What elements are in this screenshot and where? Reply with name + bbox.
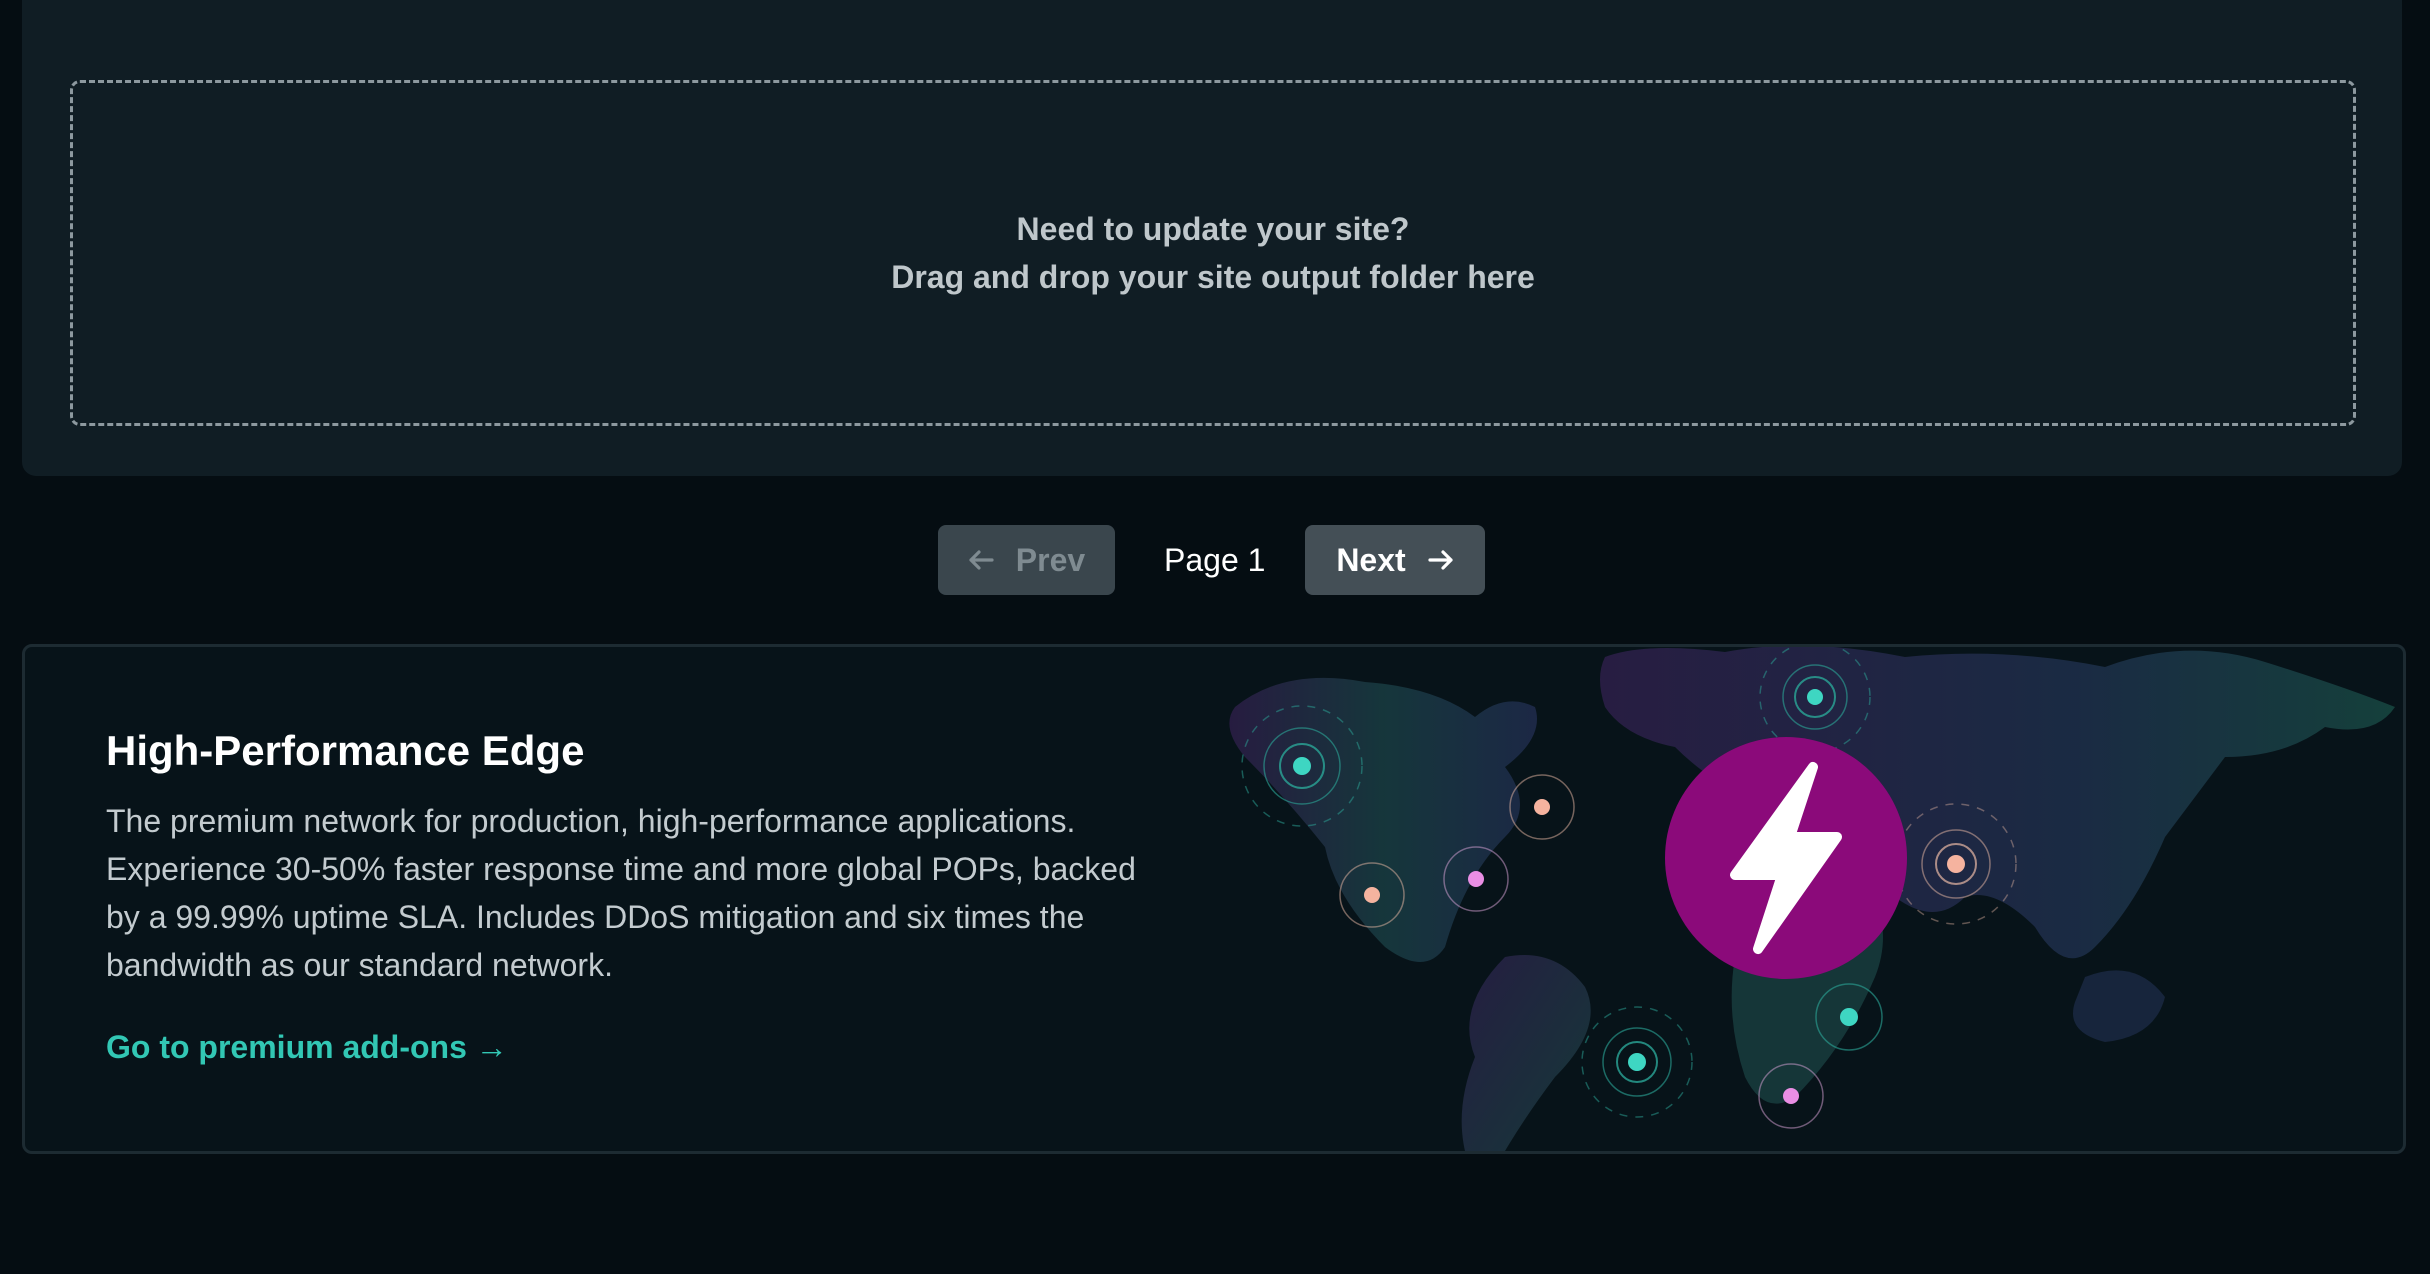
dropzone-heading: Need to update your site? [1016,211,1410,247]
promo-card: High-Performance Edge The premium networ… [22,644,2406,1154]
world-map-illustration [1229,647,2395,1151]
pagination: Prev Page 1 Next [0,525,2430,595]
premium-addons-link[interactable]: Go to premium add-ons → [106,1029,508,1066]
lightning-bolt-icon [1665,737,1907,979]
promo-description: The premium network for production, high… [106,803,1136,983]
page-indicator: Page 1 [1164,542,1266,578]
next-page-button[interactable]: Next [1305,525,1485,595]
deploy-dropzone[interactable]: Need to update your site? Drag and drop … [70,80,2356,426]
deploy-card: Need to update your site? Drag and drop … [22,0,2402,476]
arrow-right-icon [1428,549,1454,571]
dropzone-instructions: Drag and drop your site output folder he… [891,259,1535,295]
prev-page-button[interactable]: Prev [938,525,1115,595]
arrow-left-icon [968,549,994,571]
next-label: Next [1336,541,1406,578]
promo-title: High-Performance Edge [106,727,585,774]
prev-label: Prev [1015,541,1086,578]
page: Need to update your site? Drag and drop … [0,0,2430,1274]
promo-content: High-Performance Edge The premium networ… [106,727,1166,1066]
